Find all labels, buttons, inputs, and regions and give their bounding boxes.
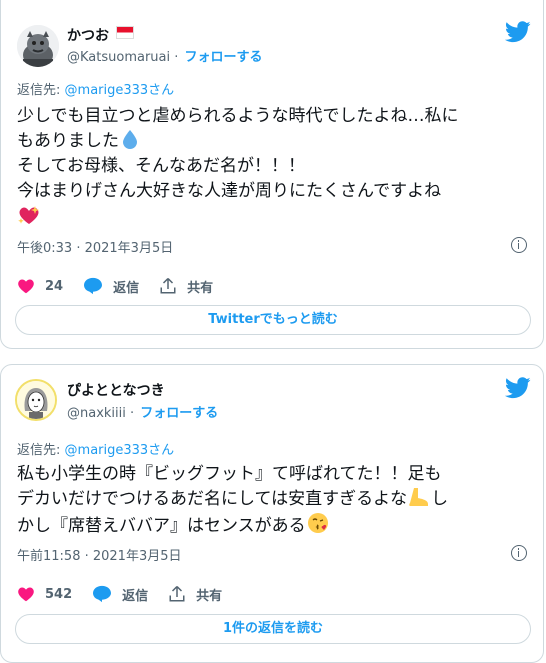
twitter-bird-icon[interactable] [505, 21, 531, 43]
flag-icon [115, 26, 134, 39]
share-button[interactable]: 共有 [168, 585, 222, 604]
droplet-emoji-icon [123, 130, 137, 149]
like-count: 542 [45, 586, 73, 602]
reply-bubble-icon [84, 277, 103, 295]
like-button[interactable]: 542 [17, 586, 72, 602]
avatar[interactable] [15, 379, 57, 421]
follow-button[interactable]: フォローする [185, 50, 263, 65]
read-more-button[interactable]: Twitterでもっと読む [15, 305, 531, 335]
reply-context: 返信先: @marige333さん [17, 443, 175, 458]
follow-button[interactable]: フォローする [140, 406, 218, 421]
info-icon[interactable] [511, 545, 527, 561]
timestamp[interactable]: 午後0:33 · 2021年3月5日 [17, 237, 173, 256]
heart-icon [18, 279, 34, 294]
tweet-text: 少しでも目立つと虐められるような時代でしたよね…私に もありました そしてお母様… [17, 104, 459, 231]
tweet-card[interactable]: ぴよととなつき @naxkiiii · フォローする 返信先: @marige3… [0, 364, 544, 663]
share-button[interactable]: 共有 [159, 277, 213, 296]
read-replies-button[interactable]: 1件の返信を読む [15, 614, 531, 644]
like-count: 24 [45, 278, 64, 294]
separator: · [174, 50, 179, 65]
kiss-face-emoji-icon [307, 513, 328, 533]
info-icon[interactable] [511, 237, 527, 253]
action-bar: 542 返信 共有 [17, 583, 242, 605]
timestamp[interactable]: 午前11:58 · 2021年3月5日 [17, 545, 182, 564]
sparkling-heart-emoji-icon [18, 206, 39, 224]
foot-emoji-icon [409, 488, 429, 506]
reply-button[interactable]: 返信 [92, 585, 148, 604]
reply-bubble-icon [93, 585, 112, 603]
twitter-bird-icon[interactable] [505, 377, 531, 399]
tweet-text: 私も小学生の時『ビッグフット』て呼ばれてた！！足も デカいだけでつけるあだ名にし… [17, 464, 449, 536]
display-name[interactable]: ぴよととなつき [67, 380, 165, 400]
action-bar: 24 返信 共有 [17, 275, 233, 297]
display-name[interactable]: かつお [67, 25, 134, 45]
user-handle[interactable]: @Katsuomaruai [67, 50, 170, 65]
reply-mention[interactable]: @marige333さん [65, 83, 175, 98]
reply-mention[interactable]: @marige333さん [65, 443, 175, 458]
avatar[interactable] [17, 25, 59, 67]
like-button[interactable]: 24 [17, 278, 63, 294]
reply-button[interactable]: 返信 [83, 277, 139, 296]
user-handle[interactable]: @naxkiiii [67, 406, 126, 421]
separator: · [130, 406, 135, 421]
share-icon [160, 277, 176, 294]
tweet-card[interactable]: かつお @Katsuomaruai · フォローする 返信先: @marige3… [0, 0, 544, 349]
share-icon [169, 585, 185, 602]
heart-icon [18, 587, 34, 602]
reply-context: 返信先: @marige333さん [17, 83, 175, 98]
